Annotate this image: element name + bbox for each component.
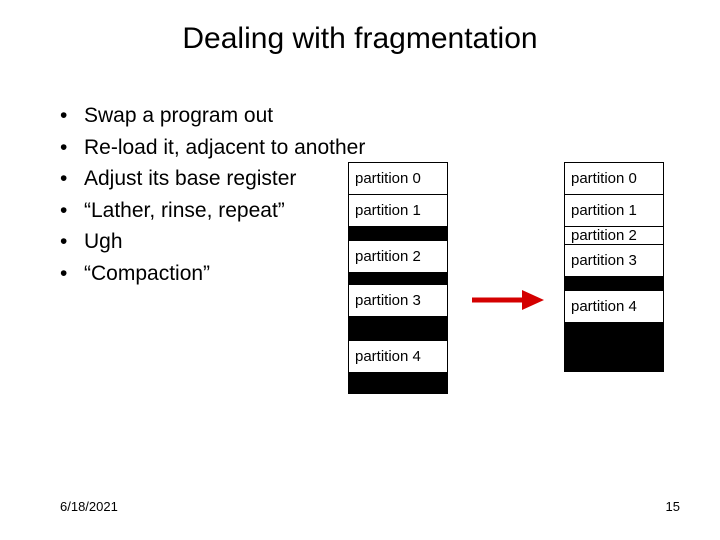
partition-cell: partition 4	[565, 291, 663, 323]
list-item: •Ugh	[60, 226, 365, 258]
free-gap	[565, 323, 663, 371]
arrow-icon	[472, 290, 544, 310]
partition-cell: partition 0	[565, 163, 663, 195]
bullet-text: “Lather, rinse, repeat”	[84, 195, 285, 227]
list-item: •Adjust its base register	[60, 163, 365, 195]
partition-cell: partition 1	[565, 195, 663, 227]
bullet-dot: •	[60, 163, 84, 195]
slide-title: Dealing with fragmentation	[0, 22, 720, 56]
free-gap	[349, 373, 447, 393]
partition-cell: partition 2	[349, 241, 447, 273]
list-item: •Swap a program out	[60, 100, 365, 132]
footer-date: 6/18/2021	[60, 499, 118, 514]
bullet-text: “Compaction”	[84, 258, 210, 290]
bullet-text: Re-load it, adjacent to another	[84, 132, 365, 164]
free-gap	[349, 227, 447, 241]
footer-page-number: 15	[666, 499, 680, 514]
partition-cell: partition 1	[349, 195, 447, 227]
bullet-text: Adjust its base register	[84, 163, 296, 195]
bullet-text: Swap a program out	[84, 100, 273, 132]
memory-diagram-before: partition 0 partition 1 partition 2 part…	[348, 162, 448, 394]
partition-cell: partition 3	[565, 245, 663, 277]
bullet-dot: •	[60, 132, 84, 164]
list-item: •Re-load it, adjacent to another	[60, 132, 365, 164]
free-gap	[565, 277, 663, 291]
partition-cell: partition 3	[349, 285, 447, 317]
list-item: •“Compaction”	[60, 258, 365, 290]
partition-cell: partition 4	[349, 341, 447, 373]
free-gap	[349, 273, 447, 285]
bullet-dot: •	[60, 226, 84, 258]
list-item: •“Lather, rinse, repeat”	[60, 195, 365, 227]
bullet-list: •Swap a program out •Re-load it, adjacen…	[60, 100, 365, 289]
bullet-dot: •	[60, 195, 84, 227]
slide: Dealing with fragmentation •Swap a progr…	[0, 0, 720, 540]
bullet-dot: •	[60, 258, 84, 290]
bullet-dot: •	[60, 100, 84, 132]
bullet-text: Ugh	[84, 226, 123, 258]
partition-cell: partition 0	[349, 163, 447, 195]
free-gap	[349, 317, 447, 341]
memory-diagram-after: partition 0 partition 1 partition 2 part…	[564, 162, 664, 372]
partition-cell: partition 2	[565, 227, 663, 245]
